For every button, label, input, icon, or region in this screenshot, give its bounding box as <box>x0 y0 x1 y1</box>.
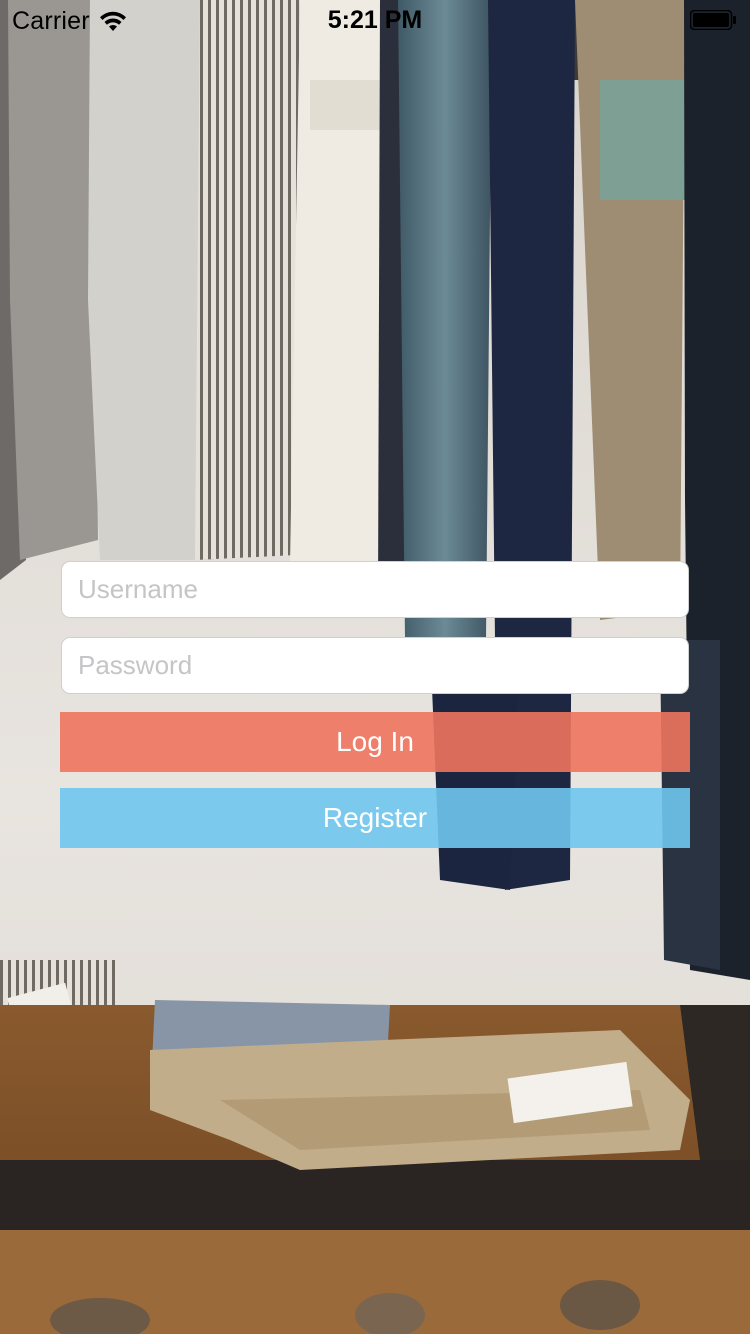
register-button[interactable]: Register <box>60 788 690 848</box>
password-field[interactable] <box>61 637 689 694</box>
username-field[interactable] <box>61 561 689 618</box>
status-bar: Carrier 5:21 PM <box>0 0 750 40</box>
battery-icon <box>690 10 736 30</box>
register-button-label: Register <box>322 802 428 833</box>
username-input[interactable] <box>76 561 688 618</box>
status-time: 5:21 PM <box>327 6 423 34</box>
login-button-label: Log In <box>336 726 414 757</box>
password-input[interactable] <box>76 637 688 694</box>
login-screen: Carrier 5:21 PM Log In Register <box>0 0 750 1334</box>
login-button[interactable]: Log In <box>60 712 690 772</box>
